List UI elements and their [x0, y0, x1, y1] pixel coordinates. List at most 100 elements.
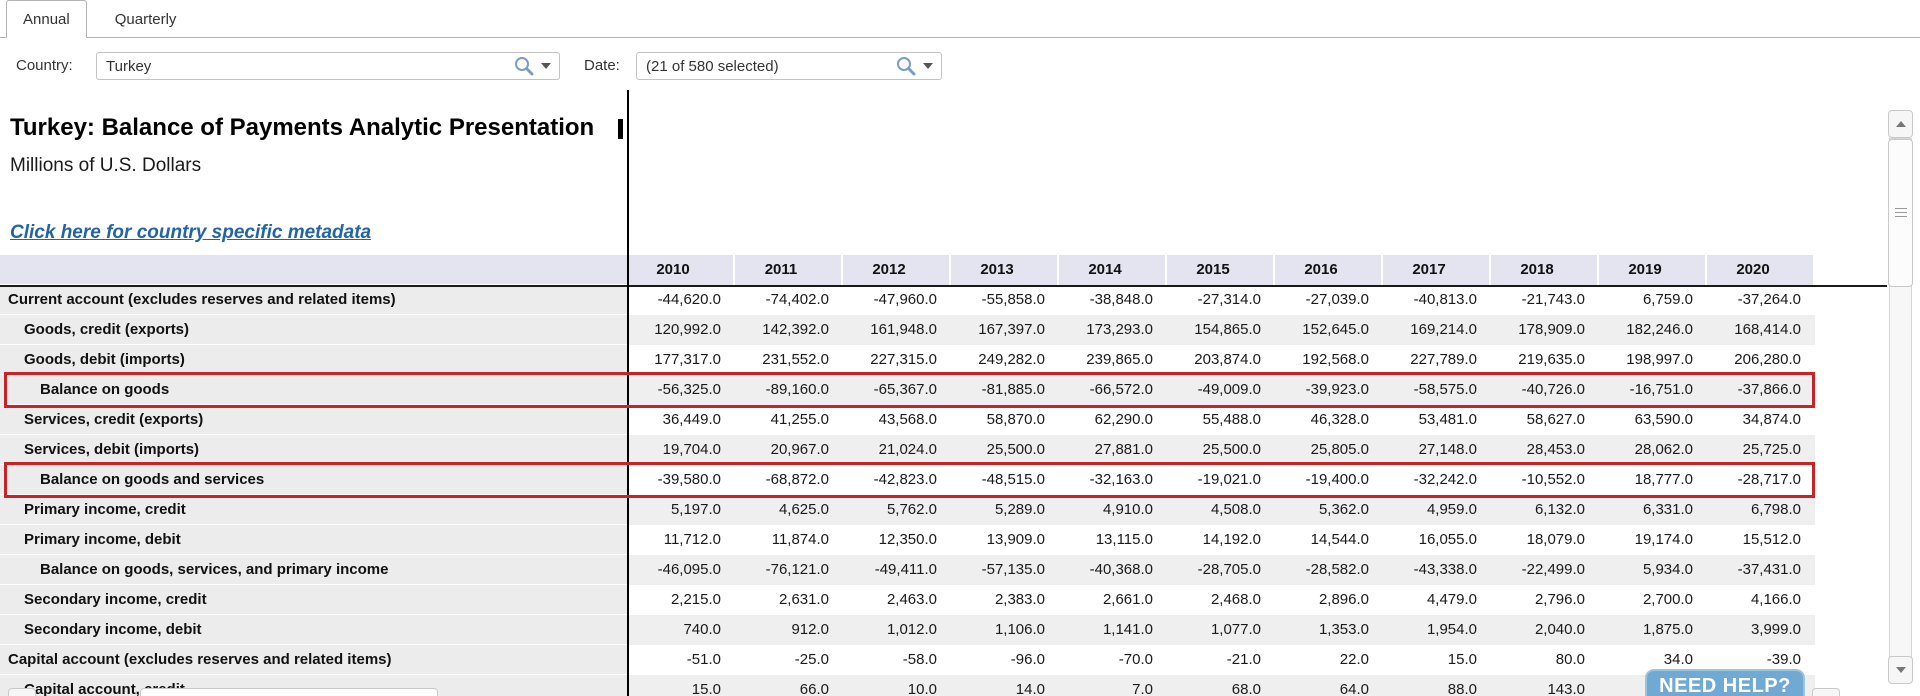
table-row: Primary income, credit5,197.04,625.05,76…: [0, 495, 1815, 525]
table-row: Services, credit (exports)36,449.041,255…: [0, 405, 1815, 435]
data-cell: 41,255.0: [735, 405, 843, 435]
date-combobox[interactable]: (21 of 580 selected): [636, 52, 942, 80]
data-cell: 25,500.0: [951, 435, 1059, 465]
table-row: Balance on goods-56,325.0-89,160.0-65,36…: [0, 375, 1815, 405]
data-cell: 25,500.0: [1167, 435, 1275, 465]
data-cell: -32,242.0: [1383, 465, 1491, 495]
data-cell: 11,874.0: [735, 525, 843, 555]
header-underline: [0, 285, 1887, 287]
data-cell: 1,141.0: [1059, 615, 1167, 645]
tab-annual[interactable]: Annual: [6, 0, 87, 38]
data-cell: 2,383.0: [951, 585, 1059, 615]
row-label: Balance on goods and services: [0, 465, 627, 495]
data-cell: 912.0: [735, 615, 843, 645]
data-cell: 5,289.0: [951, 495, 1059, 525]
filter-bar: Country: Turkey Date: (21 of 580 selecte…: [0, 52, 1920, 80]
data-cell: 14.0: [951, 675, 1059, 696]
scroll-down-button[interactable]: [1888, 656, 1913, 684]
chevron-down-icon[interactable]: [541, 63, 551, 69]
country-combobox[interactable]: Turkey: [96, 52, 560, 80]
data-cell: 5,197.0: [627, 495, 735, 525]
data-cell: 11,712.0: [627, 525, 735, 555]
chevron-down-icon[interactable]: [923, 63, 933, 69]
data-cell: 6,759.0: [1599, 285, 1707, 315]
data-cell: 12,350.0: [843, 525, 951, 555]
year-header-cell: 2016: [1275, 255, 1381, 285]
data-cell: 18,777.0: [1599, 465, 1707, 495]
report-unit-subtitle: Millions of U.S. Dollars: [10, 155, 201, 177]
data-cell: 192,568.0: [1275, 345, 1383, 375]
data-cell: 5,762.0: [843, 495, 951, 525]
data-cell: 152,645.0: [1275, 315, 1383, 345]
data-cell: 2,796.0: [1491, 585, 1599, 615]
row-label: Primary income, credit: [0, 495, 627, 525]
date-label: Date:: [584, 52, 620, 80]
vertical-scrollbar-thumb[interactable]: [1888, 139, 1913, 287]
row-label: Services, debit (imports): [0, 435, 627, 465]
data-cell: 142,392.0: [735, 315, 843, 345]
data-cell: 28,453.0: [1491, 435, 1599, 465]
clipped-letter-fragment: [618, 119, 623, 139]
data-cell: 2,700.0: [1599, 585, 1707, 615]
data-cell: -74,402.0: [735, 285, 843, 315]
data-cell: 227,315.0: [843, 345, 951, 375]
data-cell: 198,997.0: [1599, 345, 1707, 375]
data-cell: 120,992.0: [627, 315, 735, 345]
table-row: Goods, credit (exports)120,992.0142,392.…: [0, 315, 1815, 345]
search-icon[interactable]: [513, 55, 535, 77]
row-label: Primary income, debit: [0, 525, 627, 555]
data-cell: 10.0: [843, 675, 951, 696]
data-cell: 5,934.0: [1599, 555, 1707, 585]
data-cell: -40,813.0: [1383, 285, 1491, 315]
data-cell: -22,499.0: [1491, 555, 1599, 585]
tab-quarterly[interactable]: Quarterly: [99, 1, 193, 37]
scroll-up-button[interactable]: [1888, 110, 1913, 138]
data-cell: 43,568.0: [843, 405, 951, 435]
data-cell: 55,488.0: [1167, 405, 1275, 435]
app-window: Annual Quarterly Country: Turkey Date: (…: [0, 0, 1920, 696]
data-cell: 66.0: [735, 675, 843, 696]
data-cell: -19,400.0: [1275, 465, 1383, 495]
data-grid: 2010201120122013201420152016201720182019…: [0, 255, 1920, 696]
table-row: Balance on goods and services-39,580.0-6…: [0, 465, 1815, 495]
data-cell: -40,368.0: [1059, 555, 1167, 585]
row-label: Balance on goods, services, and primary …: [0, 555, 627, 585]
year-header-cell: 2011: [735, 255, 841, 285]
data-cell: 1,077.0: [1167, 615, 1275, 645]
tab-bar: Annual Quarterly: [0, 0, 1920, 38]
data-cell: -32,163.0: [1059, 465, 1167, 495]
data-cell: 168,414.0: [1707, 315, 1815, 345]
data-cell: -57,135.0: [951, 555, 1059, 585]
data-cell: 20,967.0: [735, 435, 843, 465]
data-cell: -28,705.0: [1167, 555, 1275, 585]
table-row: Balance on goods, services, and primary …: [0, 555, 1815, 585]
country-metadata-link[interactable]: Click here for country specific metadata: [10, 222, 371, 244]
data-cell: -65,367.0: [843, 375, 951, 405]
data-cell: 4,479.0: [1383, 585, 1491, 615]
table-row: Capital account (excludes reserves and r…: [0, 645, 1815, 675]
year-header-cell: 2019: [1599, 255, 1705, 285]
data-cell: -37,866.0: [1707, 375, 1815, 405]
scroll-right-button[interactable]: [1812, 688, 1840, 696]
data-cell: 80.0: [1491, 645, 1599, 675]
horizontal-scrollbar-thumb[interactable]: [140, 688, 438, 696]
scrollbar-grip-icon: [1895, 208, 1907, 218]
search-icon[interactable]: [895, 55, 917, 77]
data-cell: 1,353.0: [1275, 615, 1383, 645]
table-row: Secondary income, debit740.0912.01,012.0…: [0, 615, 1815, 645]
need-help-button[interactable]: NEED HELP?: [1645, 669, 1805, 696]
data-cell: 2,463.0: [843, 585, 951, 615]
year-header-cell: 2015: [1167, 255, 1273, 285]
data-cell: 16,055.0: [1383, 525, 1491, 555]
data-cell: -27,039.0: [1275, 285, 1383, 315]
data-cell: 58,870.0: [951, 405, 1059, 435]
data-cell: 27,881.0: [1059, 435, 1167, 465]
data-cell: 1,106.0: [951, 615, 1059, 645]
scroll-left-button[interactable]: [8, 688, 36, 696]
table-row: Goods, debit (imports)177,317.0231,552.0…: [0, 345, 1815, 375]
data-cell: -38,848.0: [1059, 285, 1167, 315]
arrow-up-icon: [1896, 121, 1906, 127]
data-cell: 2,661.0: [1059, 585, 1167, 615]
data-cell: -37,431.0: [1707, 555, 1815, 585]
frozen-pane-divider: [627, 90, 629, 696]
